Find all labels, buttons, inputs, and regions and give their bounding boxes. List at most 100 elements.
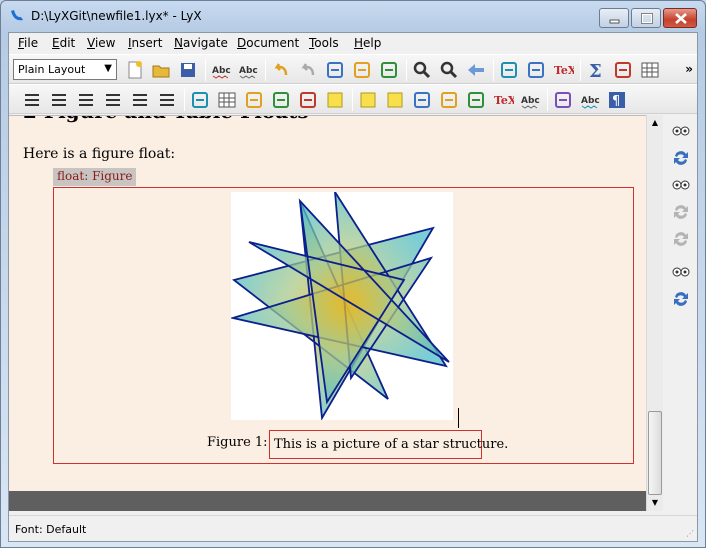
attach-icon[interactable] xyxy=(552,89,574,111)
view-master-icon[interactable] xyxy=(671,175,691,195)
figure-float-inset[interactable]: Figure 1: This is a picture of a star st… xyxy=(53,187,634,464)
menu-navigate[interactable]: Navigate xyxy=(174,36,228,50)
toolbar-separator xyxy=(493,59,494,81)
svg-text:TeX: TeX xyxy=(494,94,514,107)
star-figure-image[interactable] xyxy=(229,191,453,421)
cut-icon[interactable] xyxy=(324,59,346,81)
toolbar-separator xyxy=(547,89,548,111)
open-folder-icon[interactable] xyxy=(150,59,172,81)
index-icon[interactable] xyxy=(438,89,460,111)
resize-grip-icon[interactable]: ⋰ xyxy=(686,529,694,538)
paste-icon[interactable] xyxy=(378,59,400,81)
insert-graphics-icon[interactable] xyxy=(612,59,634,81)
update-icon[interactable] xyxy=(671,148,691,168)
note-icon[interactable] xyxy=(384,89,406,111)
outline-icon[interactable] xyxy=(102,89,124,111)
scroll-thumb[interactable] xyxy=(648,411,662,495)
update-other-icon[interactable] xyxy=(671,289,691,309)
main-toolbar: Plain Layout ▼ Abc Abc TeX Σ » xyxy=(9,54,697,84)
star-structure-graphic xyxy=(229,191,450,421)
export-icon[interactable] xyxy=(671,229,691,249)
math-icon[interactable]: Σ xyxy=(585,59,607,82)
window-title: D:\LyXGit\newfile1.lyx* - LyX xyxy=(31,9,202,23)
toolbar-separator xyxy=(205,59,206,81)
workarea-bottom-bar xyxy=(9,491,646,511)
emphasis-icon[interactable] xyxy=(498,59,520,81)
new-document-icon[interactable] xyxy=(123,59,145,81)
caption-inset[interactable]: This is a picture of a star structure. xyxy=(269,430,508,459)
section-heading: 2 Figure and Table Floats xyxy=(23,116,309,123)
hyperlink-icon[interactable] xyxy=(465,89,487,111)
figure-float-icon[interactable] xyxy=(189,89,211,111)
tex-code-icon[interactable]: TeX xyxy=(492,89,517,111)
nomenclature-icon[interactable]: Abc xyxy=(519,89,541,111)
toolbar-separator xyxy=(265,59,266,81)
save-icon[interactable] xyxy=(177,59,199,81)
client-area: File Edit View Insert Navigate Document Tools H… xyxy=(8,32,698,542)
enumerate-icon[interactable] xyxy=(48,89,70,111)
caption-text[interactable]: This is a picture of a star structure. xyxy=(274,437,508,452)
noun-icon[interactable] xyxy=(525,59,547,81)
paragraph-icon[interactable]: ¶ xyxy=(606,89,628,111)
copy-icon[interactable] xyxy=(351,59,373,81)
maximize-icon xyxy=(641,13,653,24)
citation-icon[interactable] xyxy=(297,89,319,111)
footnote-icon[interactable] xyxy=(324,89,346,111)
navigate-back-icon[interactable] xyxy=(465,59,487,81)
find-replace-icon[interactable] xyxy=(411,59,433,81)
svg-text:Abc: Abc xyxy=(521,96,540,106)
menu-bar: File Edit View Insert Navigate Document Tools H… xyxy=(9,33,697,53)
caption-label: Figure 1: xyxy=(207,435,268,450)
search-icon[interactable] xyxy=(438,59,460,81)
lyx-app-icon xyxy=(11,10,23,21)
status-text: Font: Default xyxy=(15,523,87,536)
menu-help[interactable]: Help xyxy=(354,36,381,50)
layout-select[interactable]: Plain Layout ▼ xyxy=(13,59,117,80)
spell-abc-icon[interactable]: Abc xyxy=(579,89,601,111)
table-float-icon[interactable] xyxy=(216,89,238,111)
decrease-depth-icon[interactable] xyxy=(129,89,151,111)
layout-select-value: Plain Layout xyxy=(18,63,86,76)
view-other-icon[interactable] xyxy=(671,262,691,282)
update-master-icon[interactable] xyxy=(671,202,691,222)
continuous-spellcheck-icon[interactable]: Abc xyxy=(237,59,259,81)
document-workarea[interactable]: 2 Figure and Table Floats Here is a figu… xyxy=(9,115,646,491)
menu-insert[interactable]: Insert xyxy=(128,36,162,50)
list-icon[interactable] xyxy=(21,89,43,111)
close-button[interactable] xyxy=(663,8,697,28)
description-icon[interactable] xyxy=(75,89,97,111)
chevron-down-icon: ▼ xyxy=(104,63,112,74)
title-bar[interactable]: D:\LyXGit\newfile1.lyx* - LyX xyxy=(1,1,705,31)
menu-document[interactable]: Document xyxy=(237,36,299,50)
increase-depth-icon[interactable] xyxy=(156,89,178,111)
close-icon xyxy=(675,13,687,24)
extra-toolbar: TeX Abc Abc ¶ xyxy=(9,84,697,114)
box-icon[interactable] xyxy=(411,89,433,111)
menu-view[interactable]: View xyxy=(87,36,115,50)
margin-note-icon[interactable] xyxy=(357,89,379,111)
paragraph-text[interactable]: Here is a figure float: xyxy=(23,146,175,162)
view-icon[interactable] xyxy=(671,121,691,141)
toolbar-separator xyxy=(406,59,407,81)
scroll-down-arrow-icon[interactable]: ▼ xyxy=(647,495,663,511)
menu-tools[interactable]: Tools xyxy=(309,36,339,50)
svg-text:¶: ¶ xyxy=(612,94,620,109)
minimize-icon xyxy=(609,19,620,24)
insert-table-icon[interactable] xyxy=(639,59,661,81)
vertical-scrollbar[interactable]: ▲ ▼ xyxy=(646,115,663,511)
menu-file[interactable]: File xyxy=(18,36,38,50)
svg-text:TeX: TeX xyxy=(554,64,574,77)
toolbar-overflow-button[interactable]: » xyxy=(685,62,693,76)
minimize-button[interactable] xyxy=(599,8,629,28)
spellcheck-icon[interactable]: Abc xyxy=(210,59,232,81)
cross-ref-icon[interactable] xyxy=(270,89,292,111)
maximize-button[interactable] xyxy=(631,8,661,28)
label-icon[interactable] xyxy=(243,89,265,111)
redo-icon[interactable] xyxy=(297,59,319,81)
undo-icon[interactable] xyxy=(270,59,292,81)
scroll-up-arrow-icon[interactable]: ▲ xyxy=(647,115,663,131)
svg-text:Abc: Abc xyxy=(239,66,258,76)
text-style-icon[interactable]: TeX xyxy=(552,59,577,81)
float-label-button[interactable]: float: Figure xyxy=(53,168,137,186)
menu-edit[interactable]: Edit xyxy=(52,36,75,50)
